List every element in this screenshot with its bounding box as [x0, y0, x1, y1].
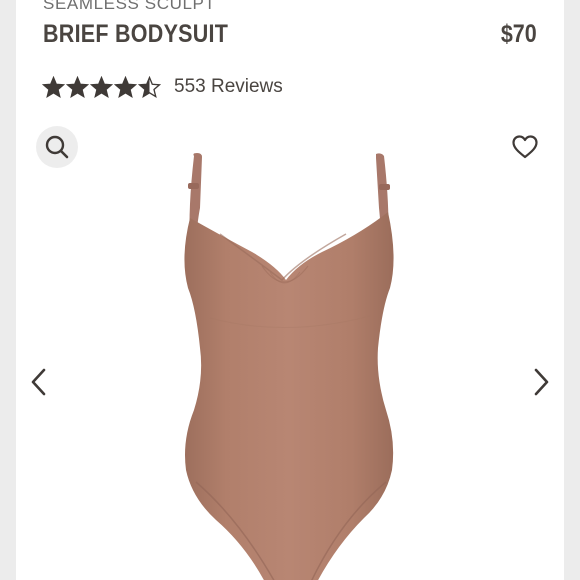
- product-price: $70: [501, 20, 537, 48]
- star-filled-icon: [114, 75, 137, 98]
- star-filled-icon: [66, 75, 89, 98]
- product-image: [184, 153, 394, 580]
- chevron-right-icon: [534, 368, 549, 396]
- bodysuit-shape: [184, 212, 394, 580]
- search-icon: [45, 135, 69, 159]
- star-filled-icon: [42, 75, 65, 98]
- star-filled-icon: [90, 75, 113, 98]
- search-button[interactable]: [36, 126, 78, 168]
- collection-name: SEAMLESS SCULPT: [43, 0, 216, 13]
- wishlist-button[interactable]: [510, 132, 540, 162]
- heart-outline-icon: [512, 135, 538, 159]
- left-gutter: [0, 0, 16, 580]
- right-gutter: [564, 0, 580, 580]
- reviews-link[interactable]: 553 Reviews: [174, 76, 283, 98]
- previous-image-button[interactable]: [26, 366, 50, 398]
- product-page: SEAMLESS SCULPT BRIEF BODYSUIT $70 553 R…: [0, 0, 580, 580]
- rating-summary[interactable]: 553 Reviews: [42, 74, 283, 100]
- chevron-left-icon: [31, 368, 46, 396]
- star-half-icon: [138, 75, 161, 98]
- product-title: BRIEF BODYSUIT: [43, 20, 229, 48]
- star-rating: [42, 75, 162, 99]
- next-image-button[interactable]: [530, 366, 554, 398]
